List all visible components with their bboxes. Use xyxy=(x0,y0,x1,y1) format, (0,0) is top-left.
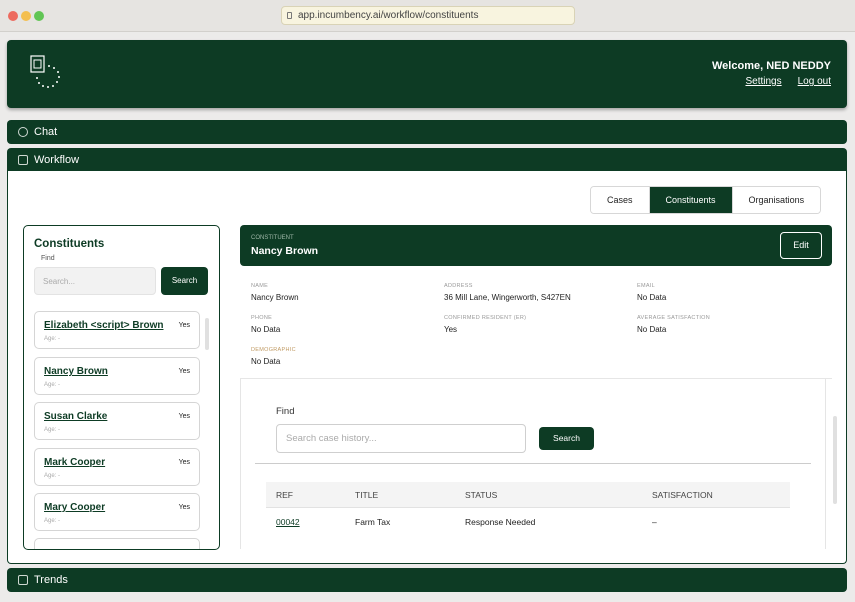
list-scrollbar[interactable] xyxy=(205,318,209,350)
tab-organisations[interactable]: Organisations xyxy=(731,187,821,213)
case-satisfaction: – xyxy=(652,517,657,527)
incumbency-logo-icon xyxy=(30,55,60,88)
welcome-message: Welcome, NED NEDDY xyxy=(712,60,831,72)
find-label: Find xyxy=(41,255,55,262)
case-history-search-input[interactable]: Search case history... xyxy=(276,424,526,453)
field-value: No Data xyxy=(637,293,667,302)
demographic-field: DEMOGRAPHIC No Data xyxy=(251,347,296,366)
constituent-name-link[interactable]: Mark Cooper xyxy=(44,457,105,468)
history-find-label: Find xyxy=(276,406,295,417)
address-bar[interactable]: app.incumbency.ai/workflow/constituents xyxy=(281,6,575,25)
resident-status: Yes xyxy=(178,322,190,329)
field-label: EMAIL xyxy=(637,283,656,289)
satisfaction-field: AVERAGE SATISFACTION No Data xyxy=(637,315,710,334)
case-title: Farm Tax xyxy=(355,517,391,527)
field-label: DEMOGRAPHIC xyxy=(251,347,296,353)
settings-link[interactable]: Settings xyxy=(745,76,781,87)
workflow-title: Workflow xyxy=(34,154,80,166)
minimize-window-button[interactable] xyxy=(21,11,31,21)
field-label: NAME xyxy=(251,283,269,289)
trends-chart-icon xyxy=(18,575,28,585)
constituent-name-link[interactable]: Susan Clarke xyxy=(44,411,107,422)
list-item[interactable]: Elizabeth <script> Brown Age: - Yes xyxy=(34,311,200,349)
resident-status: Yes xyxy=(178,459,190,466)
column-ref: REF xyxy=(276,490,293,500)
field-label: PHONE xyxy=(251,315,273,321)
url-text: app.incumbency.ai/workflow/constituents xyxy=(298,10,479,21)
field-value: Yes xyxy=(444,325,458,334)
case-history-search-button[interactable]: Search xyxy=(539,427,594,450)
constituent-search-button[interactable]: Search xyxy=(161,267,208,295)
case-ref-link[interactable]: 00042 xyxy=(276,517,300,527)
tab-cases[interactable]: Cases xyxy=(591,187,649,213)
lock-icon xyxy=(287,12,292,19)
table-header: REF TITLE STATUS SATISFACTION xyxy=(266,482,790,507)
constituent-name-link[interactable]: Elizabeth <script> Brown xyxy=(44,320,163,331)
app-header: Welcome, NED NEDDY Settings Log out xyxy=(7,40,847,108)
list-item[interactable]: Mark Cooper Age: - Yes xyxy=(34,448,200,486)
phone-field: PHONE No Data xyxy=(251,315,280,334)
field-value: No Data xyxy=(251,325,281,334)
trends-section-header[interactable]: Trends xyxy=(7,568,847,592)
constituent-label: CONSTITUENT xyxy=(251,235,294,241)
logout-link[interactable]: Log out xyxy=(798,76,831,87)
header-links: Settings Log out xyxy=(729,76,831,87)
column-satisfaction: SATISFACTION xyxy=(652,490,713,500)
list-item[interactable] xyxy=(34,538,200,549)
field-value: No Data xyxy=(251,357,281,366)
constituent-name-link[interactable]: Mary Cooper xyxy=(44,502,105,513)
column-status: STATUS xyxy=(465,490,498,500)
case-status: Response Needed xyxy=(465,517,536,527)
field-label: CONFIRMED RESIDENT (ER) xyxy=(444,315,527,321)
case-history-panel: Find Search case history... Search REF T… xyxy=(240,379,826,549)
constituents-title: Constituents xyxy=(34,238,105,250)
address-field: ADDRESS 36 Mill Lane, Wingerworth, S427E… xyxy=(444,283,571,302)
list-item[interactable]: Nancy Brown Age: - Yes xyxy=(34,357,200,395)
resident-status: Yes xyxy=(178,504,190,511)
resident-field: CONFIRMED RESIDENT (ER) Yes xyxy=(444,315,526,334)
constituent-name: Nancy Brown xyxy=(251,245,319,257)
constituent-age: Age: - xyxy=(44,427,61,433)
chat-title: Chat xyxy=(34,126,58,138)
history-scrollbar[interactable] xyxy=(833,416,837,504)
resident-status: Yes xyxy=(178,368,190,375)
close-window-button[interactable] xyxy=(8,11,18,21)
constituent-age: Age: - xyxy=(44,473,61,479)
maximize-window-button[interactable] xyxy=(34,11,44,21)
field-label: ADDRESS xyxy=(444,283,473,289)
list-item[interactable]: Mary Cooper Age: - Yes xyxy=(34,493,200,531)
constituent-age: Age: - xyxy=(44,336,61,342)
email-field: EMAIL No Data xyxy=(637,283,666,302)
list-item[interactable]: Susan Clarke Age: - Yes xyxy=(34,402,200,440)
workflow-body: Cases Constituents Organisations Constit… xyxy=(7,171,847,564)
trends-title: Trends xyxy=(34,574,68,586)
constituent-age: Age: - xyxy=(44,518,61,524)
field-value: Nancy Brown xyxy=(251,293,299,302)
constituent-age: Age: - xyxy=(44,382,61,388)
workflow-tabs: Cases Constituents Organisations xyxy=(590,186,822,214)
table-row[interactable]: 00042 Farm Tax Response Needed – xyxy=(266,507,790,532)
chat-icon xyxy=(18,127,28,137)
edit-button[interactable]: Edit xyxy=(780,232,822,259)
column-title: TITLE xyxy=(355,490,379,500)
field-value: 36 Mill Lane, Wingerworth, S427EN xyxy=(444,293,571,302)
constituent-header: CONSTITUENT Nancy Brown Edit xyxy=(240,225,832,266)
tab-constituents[interactable]: Constituents xyxy=(648,187,732,213)
field-label: AVERAGE SATISFACTION xyxy=(637,315,711,321)
constituent-name-link[interactable]: Nancy Brown xyxy=(44,366,108,377)
field-value: No Data xyxy=(637,325,667,334)
browser-chrome: app.incumbency.ai/workflow/constituents xyxy=(0,0,855,32)
name-field: NAME Nancy Brown xyxy=(251,283,299,302)
divider xyxy=(255,463,811,464)
workflow-icon xyxy=(18,155,28,165)
constituent-search-input[interactable]: Search... xyxy=(34,267,156,295)
workflow-section-header[interactable]: Workflow xyxy=(7,148,847,172)
constituents-panel: Constituents Find Search... Search Eliza… xyxy=(23,225,220,550)
chat-section-header[interactable]: Chat xyxy=(7,120,847,144)
resident-status: Yes xyxy=(178,413,190,420)
